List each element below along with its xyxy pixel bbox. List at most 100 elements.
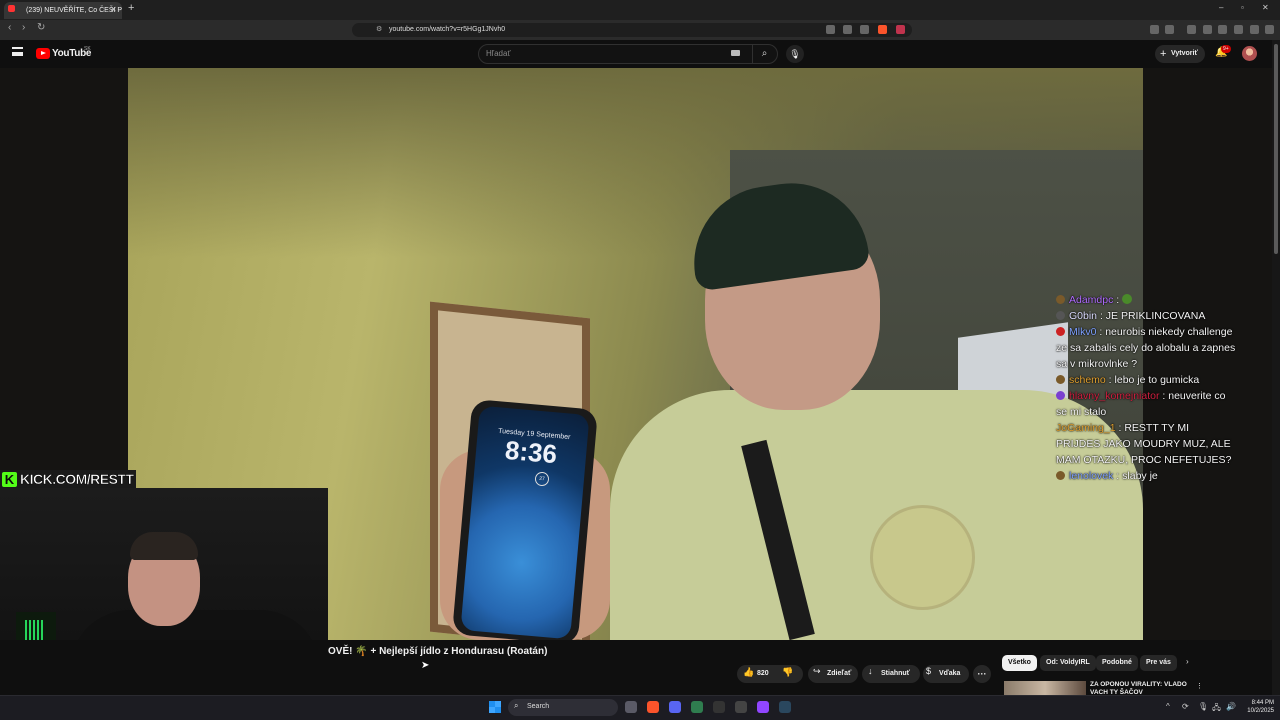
brave-rewards-icon[interactable] <box>896 25 905 34</box>
region-code: SK <box>84 46 91 52</box>
search-button[interactable]: ⌕ <box>752 45 776 63</box>
chat-message: hlavny_komejniator : neuverite co se mi … <box>1056 390 1226 418</box>
reload-icon[interactable]: ↻ <box>37 22 45 33</box>
chip-from-channel[interactable]: Od: VoldyIRL <box>1040 655 1096 671</box>
phone-time: 8:36 <box>503 434 559 470</box>
youtube-logo-icon[interactable] <box>36 48 50 59</box>
more-actions-button[interactable]: ··· <box>973 665 991 683</box>
taskbar-search-label: Search <box>527 703 550 710</box>
clock-time: 8:44 PM <box>1251 700 1274 706</box>
close-tab-icon[interactable]: ✕ <box>110 1 117 18</box>
chat-username: Mlkv0 <box>1069 326 1097 338</box>
mouse-cursor-icon: ➤ <box>421 660 430 671</box>
url-text[interactable]: youtube.com/watch?v=r5HGg1JNvh0 <box>389 25 505 35</box>
chat-badge-icon <box>1056 375 1065 384</box>
chat-overlay: Adamdpc : G0bin : JE PRIKLINCOVANA Mlkv0… <box>1056 292 1236 484</box>
extension-icon[interactable] <box>1165 25 1174 34</box>
search-placeholder: Hľadať <box>486 49 511 58</box>
forward-icon[interactable]: › <box>22 22 25 33</box>
start-button-icon[interactable] <box>489 701 501 713</box>
chat-username: schemo <box>1069 374 1106 386</box>
chat-badge-icon <box>1056 471 1065 480</box>
tray-chevron-icon[interactable]: ^ <box>1166 702 1170 711</box>
chat-text: lebo je to gumicka <box>1114 374 1200 386</box>
twitch-icon[interactable] <box>757 701 769 713</box>
video-shirt-emblem <box>870 505 975 610</box>
chat-text: slaby je <box>1122 470 1158 482</box>
avatar[interactable] <box>1242 46 1257 61</box>
extensions-icon[interactable] <box>1234 25 1243 34</box>
youtube-favicon-icon <box>8 5 15 12</box>
back-icon[interactable]: ‹ <box>8 22 11 33</box>
mic-tray-icon[interactable]: 🎙 <box>1198 702 1208 711</box>
site-info-icon[interactable]: ⚙ <box>376 25 382 33</box>
chat-message: Adamdpc : <box>1056 292 1236 308</box>
browser-tab-strip <box>0 0 1280 20</box>
webcam-monitor-glow <box>25 620 45 642</box>
steam-icon[interactable] <box>779 701 791 713</box>
minimize-window-button[interactable]: – <box>1219 3 1223 12</box>
translate-icon[interactable] <box>843 25 852 34</box>
scrollbar-thumb[interactable] <box>1274 44 1278 254</box>
brave-browser-icon[interactable] <box>647 701 659 713</box>
maximize-window-button[interactable]: ▫ <box>1241 3 1244 12</box>
tray-app-icon[interactable]: ⟳ <box>1182 702 1189 711</box>
microphone-icon[interactable]: 🎙 <box>786 45 804 63</box>
discord-icon[interactable] <box>669 701 681 713</box>
chip-related[interactable]: Podobné <box>1096 655 1138 671</box>
kick-url: KICK.COM/RESTT <box>20 471 135 488</box>
plus-icon: + <box>1160 48 1167 60</box>
chat-emote-icon <box>1122 294 1133 304</box>
brave-shield-icon[interactable] <box>878 25 887 34</box>
hamburger-menu-icon[interactable] <box>12 47 23 56</box>
new-tab-button[interactable]: + <box>128 2 134 14</box>
recommended-thumbnail[interactable] <box>1004 681 1086 695</box>
kick-logo-icon: K <box>2 472 17 487</box>
chat-text: JE PRIKLINCOVANA <box>1105 310 1206 322</box>
kebab-menu-icon[interactable]: ⋮ <box>1196 682 1203 690</box>
xbox-icon[interactable] <box>691 701 703 713</box>
download-icon: ↓ <box>868 666 873 676</box>
wallet-icon[interactable] <box>1218 25 1227 34</box>
share-icon: ↪ <box>813 666 821 676</box>
chat-badge-icon <box>1056 391 1065 400</box>
search-icon: ⌕ <box>514 701 519 710</box>
chat-message: G0bin : JE PRIKLINCOVANA <box>1056 308 1236 324</box>
like-count: 820 <box>757 670 769 677</box>
chevron-right-icon[interactable]: › <box>1186 657 1189 666</box>
keyboard-icon[interactable] <box>731 50 740 56</box>
menu-icon[interactable] <box>1265 25 1274 34</box>
task-view-icon[interactable] <box>625 701 637 713</box>
cast-icon[interactable] <box>826 25 835 34</box>
chat-username: hlavny_komejniator <box>1069 390 1160 402</box>
chat-username: G0bin <box>1069 310 1098 322</box>
clock-date: 10/2/2025 <box>1247 708 1274 714</box>
chat-badge-icon <box>1056 311 1065 320</box>
vpn-icon[interactable] <box>1250 25 1259 34</box>
network-icon[interactable]: 🖧 <box>1212 702 1221 716</box>
volume-icon[interactable]: 🔊 <box>1226 702 1236 711</box>
close-window-button[interactable]: ✕ <box>1262 3 1269 12</box>
share-page-icon[interactable] <box>860 25 869 34</box>
taskbar-search[interactable] <box>508 699 618 716</box>
chip-all[interactable]: Všetko <box>1002 655 1037 671</box>
extension-icon[interactable] <box>1150 25 1159 34</box>
notification-badge: 9+ <box>1221 45 1231 53</box>
thanks-icon: $ <box>926 666 932 676</box>
chatgpt-icon[interactable] <box>735 701 747 713</box>
thumbs-up-icon: 👍 <box>743 667 755 677</box>
chat-badge-icon <box>1056 327 1065 336</box>
thumbs-down-icon[interactable]: 👎 <box>782 667 793 678</box>
chip-for-you[interactable]: Pre vás <box>1140 655 1177 671</box>
taskbar <box>0 695 1280 720</box>
chat-username: JoGaming_1 <box>1056 422 1116 434</box>
browser-tab[interactable]: (239) NEUVĚŘÍTE, Co ČEŠI Pr <box>4 2 122 19</box>
chat-username: Adamdpc <box>1069 294 1114 306</box>
capcut-icon[interactable] <box>713 701 725 713</box>
taskbar-clock[interactable]: 8:44 PM 10/2/2025 <box>1244 699 1274 715</box>
chat-message: JoGaming_1 : RESTT TY MI PRIJDES JAKO MO… <box>1056 422 1232 466</box>
chat-message: schemo : lebo je to gumicka <box>1056 372 1236 388</box>
chat-message: Mlkv0 : neurobis niekedy challenge ze sa… <box>1056 326 1236 370</box>
music-icon[interactable] <box>1187 25 1196 34</box>
sidebar-icon[interactable] <box>1203 25 1212 34</box>
